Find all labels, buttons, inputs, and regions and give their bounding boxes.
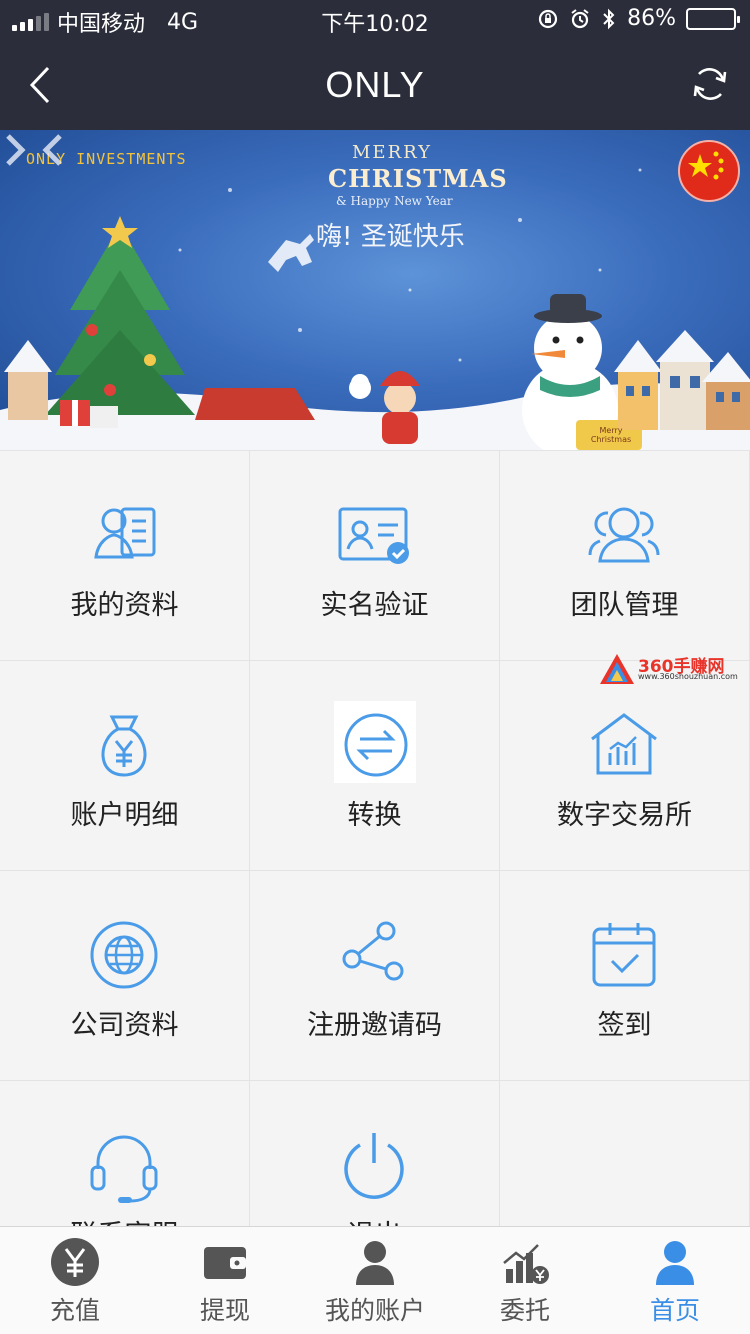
- exchange-house-icon: [591, 713, 657, 775]
- money-bag-icon: [101, 715, 147, 777]
- top-bar: 中国移动 4G 下午10:02 86% ONLY: [0, 0, 750, 130]
- headset-icon: [90, 1135, 158, 1203]
- menu-label: 转换: [347, 800, 402, 831]
- calendar-check-icon: [592, 923, 656, 987]
- menu-label: 签到: [597, 1010, 652, 1041]
- battery-percent: 86%: [627, 6, 676, 31]
- tab-label: 提现: [199, 1296, 250, 1325]
- globe-icon: [90, 921, 158, 989]
- banner-christmas: CHRISTMAS: [328, 164, 508, 193]
- banner-next-icon[interactable]: [0, 130, 30, 170]
- home-user-icon: [656, 1241, 694, 1285]
- watermark-url: www.360shouzhuan.com: [638, 672, 738, 681]
- menu-account-details[interactable]: 账户明细: [0, 661, 249, 870]
- menu-logout[interactable]: 退出: [250, 1081, 499, 1226]
- menu-real-name-verify[interactable]: 实名验证: [250, 451, 499, 660]
- tab-entrust[interactable]: 委托: [450, 1227, 600, 1334]
- menu-team-management[interactable]: 团队管理: [500, 451, 749, 660]
- id-verify-icon: [338, 507, 409, 564]
- menu-label: 实名验证: [320, 590, 429, 621]
- menu-my-profile[interactable]: 我的资料: [0, 451, 249, 660]
- menu-label: 我的资料: [70, 590, 179, 621]
- watermark-logo-icon: [600, 654, 634, 684]
- share-icon: [342, 921, 404, 981]
- menu-convert[interactable]: 转换: [250, 661, 499, 870]
- menu-contact-support[interactable]: 联系客服: [0, 1081, 249, 1226]
- tab-label: 充值: [49, 1296, 100, 1325]
- menu-label: 退出: [250, 1213, 499, 1226]
- alarm-icon: [571, 8, 589, 28]
- nav-bar: ONLY: [0, 40, 750, 130]
- banner-merry: MERRY: [352, 142, 433, 163]
- rotation-lock-icon: [538, 9, 558, 28]
- user-icon: [356, 1241, 394, 1285]
- power-icon: [344, 1133, 404, 1199]
- exchange-icon: [344, 713, 408, 777]
- tab-label: 我的账户: [324, 1296, 425, 1325]
- banner-greeting: 嗨! 圣诞快乐: [316, 222, 465, 252]
- menu-label: 数字交易所: [557, 800, 692, 831]
- promo-banner[interactable]: ONLY INVESTMENTS MERRY CHRISTMAS & Happy…: [0, 130, 750, 450]
- tab-my-account[interactable]: 我的账户: [300, 1227, 450, 1334]
- menu-label: 账户明细: [70, 800, 179, 831]
- menu-empty-cell: [500, 1081, 749, 1226]
- menu-label: 团队管理: [570, 590, 679, 621]
- status-right: 86%: [537, 6, 740, 31]
- wallet-icon: [204, 1247, 246, 1279]
- profile-card-icon: [94, 507, 156, 559]
- refresh-icon[interactable]: [690, 64, 730, 104]
- status-bar: 中国移动 4G 下午10:02 86%: [0, 0, 750, 40]
- menu-sign-in[interactable]: 签到: [500, 871, 749, 1080]
- watermark: 360手赚网 www.360shouzhuan.com: [598, 650, 748, 690]
- menu-invite-code[interactable]: 注册邀请码: [250, 871, 499, 1080]
- tab-label: 委托: [499, 1296, 550, 1325]
- team-icon: [588, 507, 660, 563]
- battery-icon: [686, 7, 740, 30]
- tab-withdraw[interactable]: 提现: [150, 1227, 300, 1334]
- yen-coin-icon: [51, 1238, 99, 1286]
- banner-prev-icon[interactable]: [38, 130, 68, 170]
- menu-label: 联系客服: [0, 1213, 249, 1226]
- menu-company-info[interactable]: 公司资料: [0, 871, 249, 1080]
- tab-recharge[interactable]: 充值: [0, 1227, 150, 1334]
- menu-label: 公司资料: [70, 1010, 179, 1041]
- chart-yen-icon: [503, 1244, 549, 1284]
- menu-grid: 我的资料 实名验证 团队管理 账户明细 转换 数字交易所 公司资料 注册邀请码 …: [0, 450, 750, 1226]
- bluetooth-icon: [603, 8, 615, 29]
- menu-digital-exchange[interactable]: 数字交易所: [500, 661, 749, 870]
- tab-label: 首页: [649, 1296, 700, 1325]
- banner-newyear: & Happy New Year: [336, 194, 453, 208]
- page-title: ONLY: [325, 64, 425, 105]
- tab-bar: 充值 提现 我的账户 委托 首页: [0, 1226, 750, 1334]
- banner-sign-text: Merry Christmas: [590, 426, 632, 444]
- china-flag-icon[interactable]: [678, 140, 740, 202]
- tab-home[interactable]: 首页: [600, 1227, 750, 1334]
- menu-label: 注册邀请码: [307, 1010, 442, 1041]
